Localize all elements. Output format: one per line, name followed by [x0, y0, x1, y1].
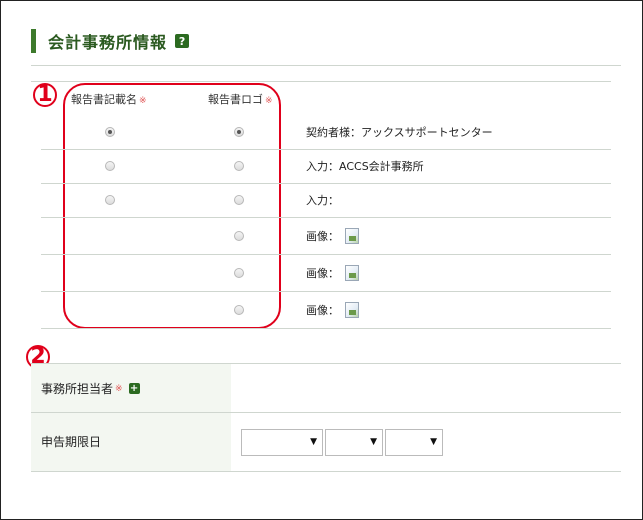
chevron-down-icon: ▼: [310, 437, 317, 447]
report-logo-radio[interactable]: [234, 195, 244, 205]
add-staff-icon[interactable]: +: [128, 383, 140, 394]
section-accent-bar: [31, 29, 36, 53]
staff-label: 事務所担当者 ※ +: [41, 382, 140, 396]
report-logo-radio[interactable]: [234, 230, 244, 241]
deadline-label: 申告期限日: [41, 435, 102, 449]
row-divider: [41, 149, 611, 150]
row-divider: [41, 254, 611, 255]
deadline-year-select[interactable]: ▼: [241, 429, 323, 456]
row-divider: [41, 217, 611, 218]
broken-image-icon: [345, 227, 359, 244]
row-label: 契約者様：アックスサポートセンター: [306, 125, 493, 139]
broken-image-icon: [345, 301, 359, 318]
report-logo-radio[interactable]: [234, 267, 244, 278]
row-label: 入力：: [306, 194, 339, 207]
row-label: 画像：: [306, 227, 359, 244]
report-name-radio[interactable]: [105, 126, 115, 137]
section-title: 会計事務所情報: [48, 33, 168, 52]
row-label: 画像：: [306, 301, 359, 318]
header-divider: [31, 65, 621, 66]
report-logo-radio[interactable]: [234, 161, 244, 171]
row-divider: [41, 183, 611, 184]
section-header: 会計事務所情報 ?: [31, 29, 190, 53]
report-name-radio[interactable]: [105, 195, 115, 205]
row-divider: [41, 328, 611, 329]
report-name-radio[interactable]: [105, 161, 115, 171]
row-divider: [41, 291, 611, 292]
help-icon[interactable]: ?: [175, 34, 190, 48]
chevron-down-icon: ▼: [430, 437, 437, 447]
deadline-day-select[interactable]: ▼: [385, 429, 443, 456]
annotation-highlight-box: [63, 83, 281, 329]
annotation-number-1: 1: [33, 83, 57, 107]
form-bottom-border: [31, 471, 621, 472]
report-logo-radio[interactable]: [234, 126, 244, 137]
broken-image-icon: [345, 264, 359, 281]
table-top-border: [31, 81, 611, 82]
row-label: 画像：: [306, 264, 359, 281]
deadline-month-select[interactable]: ▼: [325, 429, 383, 456]
settings-panel: 会計事務所情報 ? 報告書記載名 ※ 報告書ロゴ ※ 1 2 事務所担当者 ※ + 申告…: [0, 0, 643, 520]
report-logo-radio[interactable]: [234, 304, 244, 315]
chevron-down-icon: ▼: [370, 437, 377, 447]
row-label: 入力：ACCS会計事務所: [306, 160, 424, 173]
